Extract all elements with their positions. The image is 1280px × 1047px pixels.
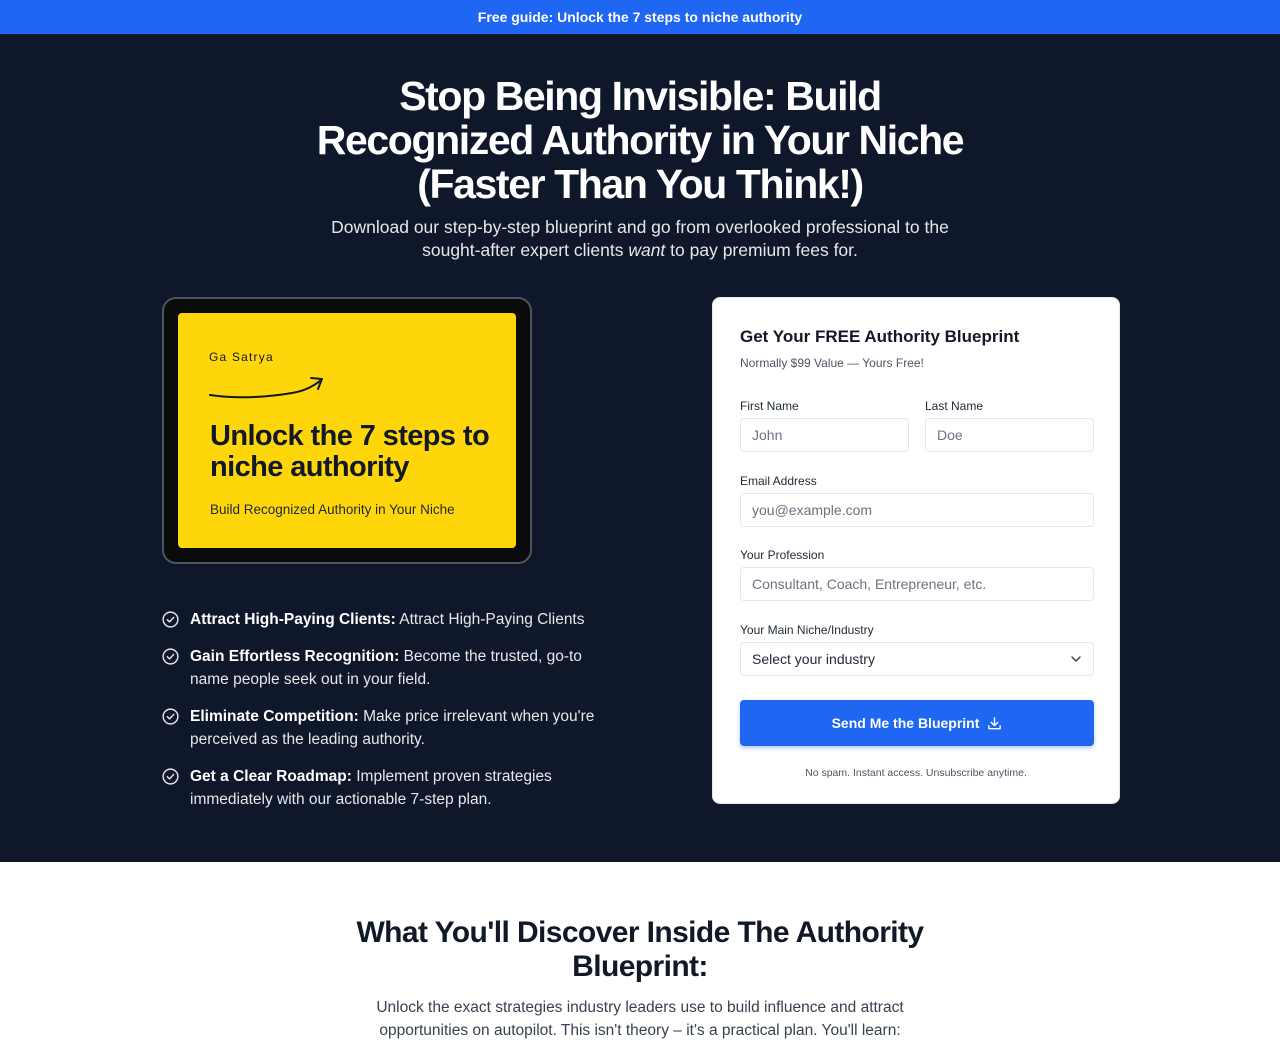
- ebook-cover: Ga Satrya Unlock the 7 steps to niche au…: [178, 313, 516, 548]
- banner-text: Free guide: Unlock the 7 steps to niche …: [477, 9, 803, 25]
- send-blueprint-button[interactable]: Send Me the Blueprint: [740, 700, 1094, 746]
- benefit-title: Attract High-Paying Clients:: [190, 611, 396, 628]
- benefit-text: Get a Clear Roadmap: Implement proven st…: [190, 765, 622, 812]
- industry-label: Your Main Niche/Industry: [740, 623, 874, 637]
- first-name-label: First Name: [740, 399, 799, 413]
- benefit-title: Gain Effortless Recognition:: [190, 647, 400, 665]
- download-icon: [988, 716, 1002, 729]
- last-name-input[interactable]: [925, 418, 1094, 452]
- industry-select[interactable]: Select your industry: [740, 642, 1094, 676]
- cover-author: Ga Satrya: [209, 350, 274, 364]
- benefit-title: Get a Clear Roadmap:: [190, 767, 352, 785]
- discover-section: What You'll Discover Inside The Authorit…: [0, 862, 1280, 1047]
- benefits-list: Attract High-Paying Clients: Attract Hig…: [162, 608, 622, 825]
- ebook-tablet-mockup: Ga Satrya Unlock the 7 steps to niche au…: [162, 297, 532, 564]
- cover-title: Unlock the 7 steps to niche authority: [210, 420, 490, 483]
- signup-form: Get Your FREE Authority Blueprint Normal…: [712, 297, 1120, 804]
- cover-subtitle: Build Recognized Authority in Your Niche: [210, 502, 455, 517]
- email-field[interactable]: [740, 493, 1094, 527]
- benefit-item: Eliminate Competition: Make price irrele…: [162, 705, 622, 752]
- form-footer-note: No spam. Instant access. Unsubscribe any…: [805, 767, 1027, 779]
- benefit-title: Eliminate Competition:: [190, 707, 359, 725]
- hero-subtitle-emphasis: want: [628, 240, 666, 260]
- check-circle-icon: [162, 707, 179, 725]
- benefit-item: Get a Clear Roadmap: Implement proven st…: [162, 765, 622, 812]
- top-banner: Free guide: Unlock the 7 steps to niche …: [0, 0, 1280, 34]
- profession-input[interactable]: [740, 567, 1094, 601]
- profession-label: Your Profession: [740, 548, 825, 562]
- benefit-item: Gain Effortless Recognition: Become the …: [162, 645, 622, 692]
- benefit-text: Gain Effortless Recognition: Become the …: [190, 645, 622, 692]
- benefit-description: Attract High-Paying Clients: [395, 611, 585, 628]
- check-circle-icon: [162, 611, 179, 628]
- send-blueprint-label: Send Me the Blueprint: [831, 715, 980, 731]
- check-circle-icon: [162, 647, 179, 665]
- benefit-text: Attract High-Paying Clients: Attract Hig…: [190, 608, 585, 632]
- last-name-label: Last Name: [925, 399, 984, 413]
- discover-subtitle: Unlock the exact strategies industry lea…: [376, 999, 904, 1039]
- check-circle-icon: [162, 767, 179, 785]
- hero-subtitle-end: to pay premium fees for.: [665, 240, 858, 260]
- discover-title: What You'll Discover Inside The Authorit…: [356, 916, 924, 983]
- arrow-icon: [209, 377, 323, 399]
- hero-subtitle: Download our step-by-step blueprint and …: [300, 216, 980, 262]
- form-title: Get Your FREE Authority Blueprint: [740, 327, 1020, 346]
- benefit-text: Eliminate Competition: Make price irrele…: [190, 705, 622, 752]
- hero-title: Stop Being Invisible: Build Recognized A…: [316, 73, 965, 207]
- email-label: Email Address: [740, 474, 817, 488]
- hero-section: Stop Being Invisible: Build Recognized A…: [0, 34, 1280, 862]
- benefit-item: Attract High-Paying Clients: Attract Hig…: [162, 608, 622, 632]
- industry-select-value: Select your industry: [752, 651, 875, 667]
- form-value-note: Normally $99 Value — Yours Free!: [740, 356, 924, 370]
- first-name-input[interactable]: [740, 418, 909, 452]
- chevron-down-icon: [1071, 656, 1081, 662]
